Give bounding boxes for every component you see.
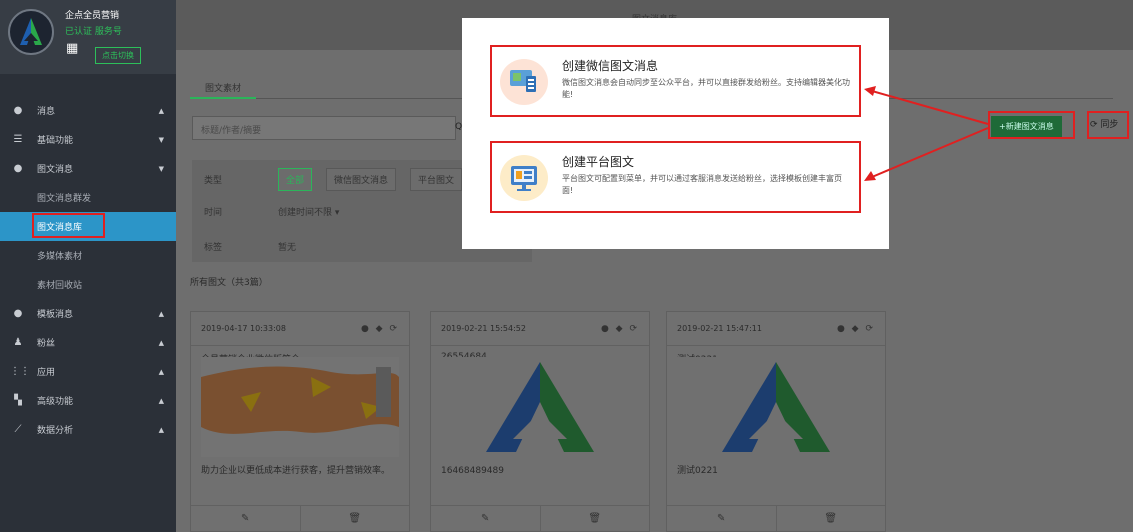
delete-icon[interactable]: 🗑 [775,506,886,531]
option-wechat-desc: 微信图文消息会自动同步至公众平台，并可以直接群发给粉丝。支持编辑器美化功能! [562,78,850,99]
filter-time-label: 时间 [204,208,223,218]
sidebar-item-fans[interactable]: ♟ 粉丝 ▲ [0,328,176,357]
card-status-icons: ● ◆ ⟳ [836,323,875,334]
card-description: 16468489489 [441,466,504,476]
sidebar-item-label: 粉丝 [37,339,56,349]
sidebar-item-label: 数据分析 [37,426,74,436]
chevron-up-icon: ▲ [158,338,164,347]
card-description: 测试0221 [677,466,718,476]
option-platform-title: 创建平台图文 [562,155,635,169]
filter-type-wechat[interactable]: 微信图文消息 [326,168,397,191]
card-cover-image [201,357,399,457]
card-date: 2019-04-17 10:33:08 [201,324,286,333]
card-cover-image [677,357,875,457]
edit-icon[interactable]: ✎ [431,506,540,531]
edit-icon[interactable]: ✎ [667,506,776,531]
highlight-box [32,213,105,238]
apps-icon: ⋮⋮ [10,366,30,377]
filter-tag-value: 暂无 [278,243,297,253]
chevron-up-icon: ▲ [158,106,164,115]
chevron-down-icon: ▼ [158,135,164,144]
account-name: 企点全员营销 [65,11,120,21]
article-card[interactable]: 2019-04-17 10:33:08● ◆ ⟳ 全员营销企业微信版简介 助力企… [190,311,410,532]
chevron-up-icon: ▲ [158,309,164,318]
chevron-up-icon: ▲ [158,367,164,376]
sidebar-subitem-recycle[interactable]: 素材回收站 [0,270,176,299]
delete-icon[interactable]: 🗑 [539,506,650,531]
filter-tag-label: 标签 [204,243,223,253]
sidebar-subitem-broadcast[interactable]: 图文消息群发 [0,183,176,212]
sidebar-item-label: 模板消息 [37,310,74,320]
card-cover-image [441,357,639,457]
sidebar-nav: ● 消息 ▲ ☰ 基础功能 ▼ ● 图文消息 ▼ 图文消息群发 图文消息库 多媒体素材 素材… [0,96,176,444]
sidebar-item-label: 图文消息 [37,165,74,175]
option-create-wechat[interactable]: 创建微信图文消息 微信图文消息会自动同步至公众平台，并可以直接群发给粉丝。支持编… [490,45,861,117]
switch-account-button[interactable]: 点击切换 [95,47,141,64]
sidebar-item-label: 应用 [37,368,56,378]
article-card[interactable]: 2019-02-21 15:54:52● ◆ ⟳ 26554684 164684… [430,311,650,532]
article-card[interactable]: 2019-02-21 15:47:11● ◆ ⟳ 测试0221 测试0221 ✎… [666,311,886,532]
grid-icon: ▚ [14,395,22,406]
chart-icon: ⟋ [14,424,22,435]
highlight-box [1087,111,1129,139]
edit-icon[interactable]: ✎ [191,506,300,531]
option-platform-desc: 平台图文可配置到菜单，并可以通过客服消息发送给粉丝，选择模板创建丰富页面! [562,174,842,195]
card-description: 助力企业以更低成本进行获客，提升营销效率。 [201,466,391,476]
wechat-article-icon [500,59,548,105]
chat-icon: ● [13,163,23,174]
card-date: 2019-02-21 15:54:52 [441,324,526,333]
account-logo [8,9,54,55]
option-create-platform[interactable]: 创建平台图文 平台图文可配置到菜单，并可以通过客服消息发送给粉丝，选择模板创建丰… [490,141,861,213]
chevron-up-icon: ▲ [158,425,164,434]
sidebar-item-label: 基础功能 [37,136,74,146]
chat-icon: ● [13,105,23,116]
filter-type-platform[interactable]: 平台图文 [410,168,463,191]
search-input[interactable]: 标题/作者/摘要 [192,116,456,140]
article-count: 所有图文（共3篇） [190,278,268,288]
sidebar-item-news[interactable]: ● 图文消息 ▼ [0,154,176,183]
platform-article-icon [500,155,548,201]
filter-time-dropdown[interactable]: 创建时间不限 ▾ [278,205,339,218]
highlight-box [988,111,1075,139]
sidebar-item-basic[interactable]: ☰ 基础功能 ▼ [0,125,176,154]
user-icon: ♟ [13,337,23,348]
qr-code-icon[interactable]: ▦ [66,41,78,56]
sidebar-item-template[interactable]: ● 模板消息 ▲ [0,299,176,328]
sidebar-item-advanced[interactable]: ▚ 高级功能 ▲ [0,386,176,415]
grid-icon: ☰ [13,134,23,145]
sidebar-item-label: 高级功能 [37,397,74,407]
filter-time-value: 创建时间不限 [278,208,333,218]
card-date: 2019-02-21 15:47:11 [677,324,762,333]
caret-down-icon: ▾ [334,208,340,218]
sidebar-item-message[interactable]: ● 消息 ▲ [0,96,176,125]
delete-icon[interactable]: 🗑 [299,506,410,531]
filter-type-all[interactable]: 全部 [278,168,313,191]
card-status-icons: ● ◆ ⟳ [600,323,639,334]
card-status-icons: ● ◆ ⟳ [360,323,399,334]
sidebar-item-analytics[interactable]: ⟋ 数据分析 ▲ [0,415,176,444]
tab-material[interactable]: 图文素材 [190,75,256,99]
chevron-up-icon: ▲ [158,396,164,405]
chevron-down-icon: ▼ [158,164,164,173]
sidebar-subitem-media[interactable]: 多媒体素材 [0,241,176,270]
option-wechat-title: 创建微信图文消息 [562,59,659,73]
account-panel: 企点全员营销 已认证 服务号 ▦ 点击切换 [0,0,176,74]
sidebar: 企点全员营销 已认证 服务号 ▦ 点击切换 ● 消息 ▲ ☰ 基础功能 ▼ ● 图文消息 ▼… [0,0,176,532]
filter-type-label: 类型 [204,176,223,186]
sidebar-item-apps[interactable]: ⋮⋮ 应用 ▲ [0,357,176,386]
account-status: 已认证 服务号 [65,27,122,37]
chat-icon: ● [13,308,23,319]
sidebar-item-label: 消息 [37,107,56,117]
create-article-modal: 创建微信图文消息 微信图文消息会自动同步至公众平台，并可以直接群发给粉丝。支持编… [462,18,889,249]
